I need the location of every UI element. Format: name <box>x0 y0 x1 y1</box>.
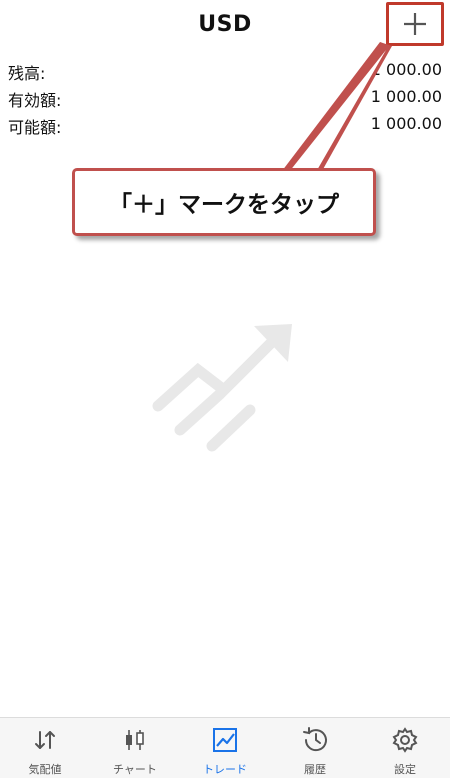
page-title: USD <box>198 12 252 37</box>
equity-value: 1 000.00 <box>370 87 442 106</box>
quotes-arrows-icon <box>35 731 55 749</box>
free-margin-label: 可能額: <box>8 118 62 137</box>
balance-value: 1 000.00 <box>370 60 442 79</box>
empty-trade-watermark-icon <box>152 324 292 452</box>
tab-history[interactable]: 履歴 <box>270 718 360 778</box>
balance-label: 残高: <box>8 64 46 83</box>
free-margin-value: 1 000.00 <box>370 114 442 133</box>
bottom-tab-bar: 気配値 チャート トレード 履歴 設定 <box>0 717 450 778</box>
tab-trade[interactable]: トレード <box>180 718 270 778</box>
settings-gear-icon <box>392 727 418 753</box>
balance-row: 残高: 1 000.00 <box>0 58 450 85</box>
history-icon <box>303 727 327 752</box>
tab-quotes-label: 気配値 <box>28 763 62 776</box>
add-order-button[interactable] <box>386 2 444 46</box>
tab-settings[interactable]: 設定 <box>360 718 450 778</box>
tab-settings-label: 設定 <box>394 763 416 776</box>
tab-trade-label: トレード <box>203 763 247 776</box>
tab-chart[interactable]: チャート <box>90 718 180 778</box>
candlestick-chart-icon <box>126 730 144 750</box>
callout-text: 「＋」マークをタップ <box>109 192 339 218</box>
instruction-callout: 「＋」マークをタップ <box>72 168 376 236</box>
trade-chart-icon <box>213 728 237 752</box>
account-summary: 残高: 1 000.00 有効額: 1 000.00 可能額: 1 000.00 <box>0 58 450 139</box>
header-bar: USD <box>0 0 450 56</box>
free-margin-row: 可能額: 1 000.00 <box>0 112 450 139</box>
plus-icon <box>404 13 426 35</box>
tab-history-label: 履歴 <box>304 763 326 776</box>
tab-quotes[interactable]: 気配値 <box>0 718 90 778</box>
equity-row: 有効額: 1 000.00 <box>0 85 450 112</box>
equity-label: 有効額: <box>8 91 62 110</box>
tab-chart-label: チャート <box>113 763 157 776</box>
